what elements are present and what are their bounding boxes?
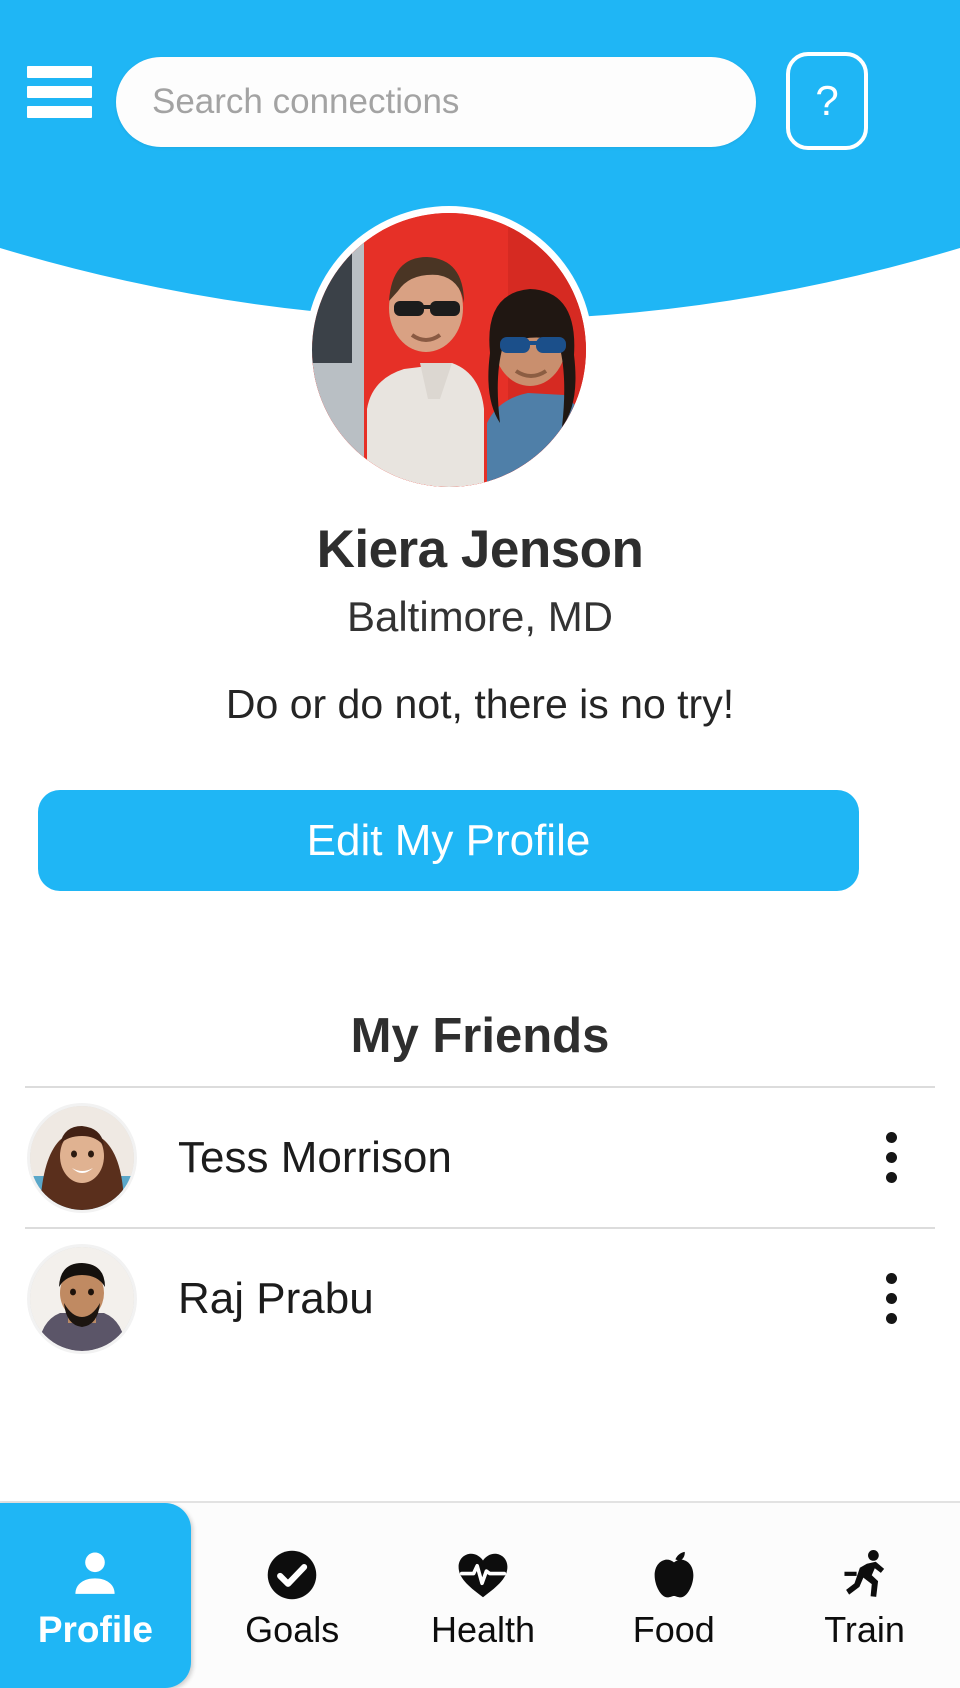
friend-avatar-illustration xyxy=(30,1105,134,1210)
tab-food[interactable]: Food xyxy=(578,1503,769,1688)
list-item[interactable]: Tess Morrison xyxy=(25,1086,935,1227)
tab-health[interactable]: Health xyxy=(388,1503,579,1688)
list-item[interactable]: Raj Prabu xyxy=(25,1227,935,1368)
profile-info: Kiera Jenson Baltimore, MD Do or do not,… xyxy=(0,520,960,728)
tab-train[interactable]: Train xyxy=(769,1503,960,1688)
tab-label: Profile xyxy=(37,1609,153,1650)
apple-icon xyxy=(646,1544,702,1606)
bottom-navigation: Profile Goals Health Food Train xyxy=(0,1501,960,1688)
more-vertical-icon[interactable] xyxy=(861,1118,921,1198)
avatar xyxy=(30,1246,134,1351)
tab-profile[interactable]: Profile xyxy=(0,1503,191,1688)
tab-goals[interactable]: Goals xyxy=(197,1503,388,1688)
tab-label: Food xyxy=(632,1608,715,1650)
friends-list: Tess Morrison Raj Prabu xyxy=(25,1086,935,1368)
tab-label: Health xyxy=(430,1608,536,1650)
page-title: Kiera Jenson xyxy=(316,520,644,579)
profile-avatar[interactable] xyxy=(312,213,586,487)
friend-name: Raj Prabu xyxy=(178,1273,374,1323)
running-person-icon xyxy=(837,1544,893,1606)
search-input[interactable] xyxy=(116,57,756,147)
heart-pulse-icon xyxy=(454,1544,512,1606)
friends-section-title: My Friends xyxy=(350,1009,610,1063)
profile-location: Baltimore, MD xyxy=(346,593,614,641)
check-circle-icon xyxy=(264,1544,320,1606)
help-button[interactable]: ? xyxy=(786,52,868,150)
friend-name: Tess Morrison xyxy=(178,1132,452,1182)
profile-bio: Do or do not, there is no try! xyxy=(225,681,735,728)
app-root: ? xyxy=(0,0,960,1688)
tab-label: Goals xyxy=(245,1608,340,1650)
person-icon xyxy=(67,1543,123,1605)
more-vertical-icon[interactable] xyxy=(861,1259,921,1339)
hamburger-menu-icon[interactable] xyxy=(27,66,92,118)
tab-label: Train xyxy=(824,1608,905,1650)
friend-avatar-illustration xyxy=(30,1246,134,1351)
edit-profile-button[interactable]: Edit My Profile xyxy=(38,790,859,891)
header-bar: ? xyxy=(0,0,960,180)
avatar xyxy=(30,1105,134,1210)
avatar-illustration xyxy=(312,213,586,487)
profile-avatar-photo xyxy=(312,213,586,487)
